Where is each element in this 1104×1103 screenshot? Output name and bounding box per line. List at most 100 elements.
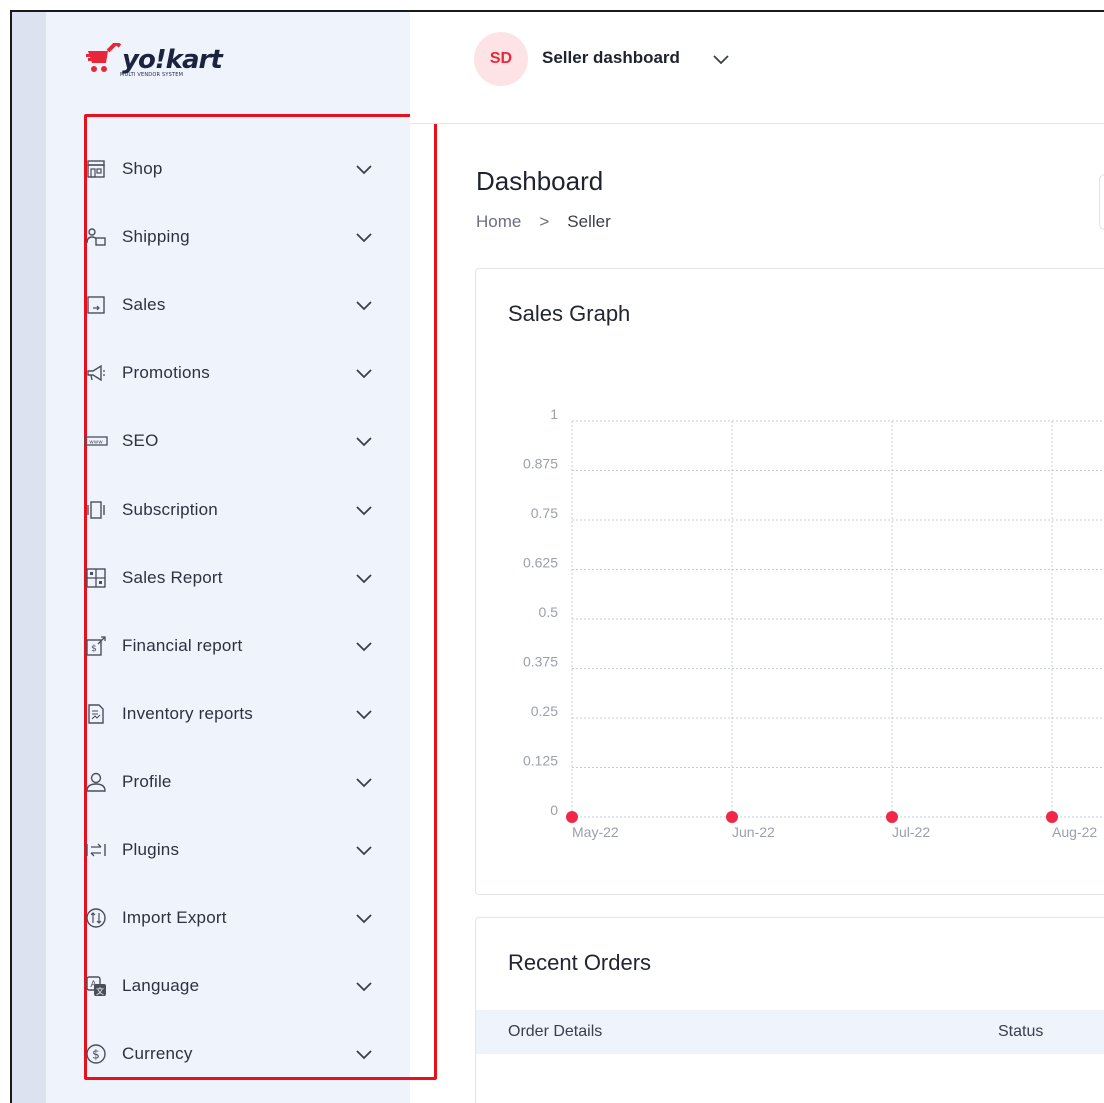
sidebar-item-financial-report[interactable]: $ Financial report (84, 626, 374, 666)
chevron-down-icon[interactable] (354, 568, 374, 588)
chevron-down-icon[interactable] (354, 159, 374, 179)
chevron-down-icon[interactable] (354, 227, 374, 247)
top-bar: SD Seller dashboard (410, 12, 1104, 124)
language-icon: A文 (84, 974, 108, 998)
svg-text:$: $ (91, 644, 97, 654)
left-edge-strip (12, 12, 46, 1103)
x-tick-label: May-22 (572, 824, 619, 840)
breadcrumb-separator: > (539, 212, 550, 231)
sidebar-item-subscription[interactable]: Subscription (84, 490, 374, 530)
chevron-down-icon[interactable] (354, 500, 374, 520)
y-tick-label: 0.5 (539, 604, 559, 620)
sidebar-item-inventory-reports[interactable]: Inventory reports (84, 694, 374, 734)
svg-text:$: $ (92, 1048, 100, 1062)
megaphone-icon (84, 361, 108, 385)
user-icon (84, 770, 108, 794)
sidebar-item-shipping[interactable]: Shipping (84, 217, 374, 257)
shipping-icon (84, 225, 108, 249)
brand-name: yo!kart (122, 45, 223, 75)
sidebar-item-seo[interactable]: www SEO (84, 421, 374, 461)
chevron-down-icon[interactable] (354, 636, 374, 656)
sidebar-item-label: Subscription (122, 499, 218, 519)
recent-orders-card: Recent Orders Order Details Status (475, 917, 1104, 1103)
sidebar-item-label: Inventory reports (122, 703, 253, 723)
sidebar-item-label: Profile (122, 771, 172, 791)
import-export-icon (84, 906, 108, 930)
data-point[interactable] (726, 811, 738, 823)
sidebar-item-label: Language (122, 976, 200, 996)
sidebar-item-language[interactable]: A 文 Language (84, 966, 374, 1006)
data-point[interactable] (566, 811, 578, 823)
dashboard-selector[interactable]: Seller dashboard (542, 48, 680, 68)
cart-logo-icon (86, 43, 122, 72)
chevron-down-icon[interactable] (354, 363, 374, 383)
chevron-down-icon[interactable] (710, 50, 732, 70)
data-point[interactable] (1046, 811, 1058, 823)
sidebar-item-shop[interactable]: Shop (84, 149, 374, 189)
breadcrumb-current: Seller (567, 212, 611, 231)
sidebar-item-sales-report[interactable]: Sales Report (84, 558, 374, 598)
sidebar-item-label: Promotions (122, 363, 210, 383)
x-tick-label: Jul-22 (892, 824, 930, 840)
financial-report-icon: $ (84, 634, 108, 658)
y-tick-label: 0.625 (523, 555, 558, 571)
avatar[interactable]: SD (474, 32, 528, 86)
sidebar-item-profile[interactable]: Profile (84, 762, 374, 802)
sidebar-item-plugins[interactable]: Plugins (84, 830, 374, 870)
chevron-down-icon[interactable] (354, 704, 374, 724)
breadcrumb: Home > Seller (476, 212, 611, 232)
data-point[interactable] (886, 811, 898, 823)
column-header-order-details[interactable]: Order Details (508, 1023, 602, 1041)
chevron-down-icon[interactable] (354, 976, 374, 996)
y-tick-label: 0.75 (531, 505, 558, 521)
app-window: yo!kart MULTI VENDOR SYSTEM Shop Shipping… (10, 10, 1104, 1103)
y-tick-label: 0 (550, 802, 558, 818)
sales-icon (84, 293, 108, 317)
y-tick-label: 0.125 (523, 753, 558, 769)
page-title: Dashboard (476, 166, 604, 196)
sidebar-item-label: SEO (122, 431, 159, 451)
svg-text:www: www (89, 440, 103, 446)
sales-chart: 1 0.875 0.75 0.625 0.5 0.375 0.25 0.125 0 May-22 J… (523, 406, 1104, 840)
sidebar-item-label: Sales Report (122, 567, 223, 587)
sidebar-item-label: Sales (122, 295, 166, 315)
column-header-status[interactable]: Status (998, 1023, 1043, 1041)
y-tick-label: 0.375 (523, 654, 558, 670)
sidebar-item-import-export[interactable]: Import Export (84, 898, 374, 938)
x-tick-label: Jun-22 (732, 824, 775, 840)
svg-text:文: 文 (96, 986, 104, 996)
sidebar-item-label: Shop (122, 159, 163, 178)
chevron-down-icon[interactable] (354, 772, 374, 792)
y-tick-label: 1 (550, 406, 558, 422)
sidebar-item-label: Plugins (122, 840, 180, 859)
recent-orders-title: Recent Orders (508, 950, 652, 975)
sidebar-item-currency[interactable]: $ Currency (84, 1034, 374, 1074)
inventory-report-icon (84, 702, 108, 726)
chevron-down-icon[interactable] (354, 431, 374, 451)
y-tick-label: 0.25 (531, 703, 558, 719)
www-icon: www (84, 429, 108, 453)
sidebar-item-promotions[interactable]: Promotions (84, 353, 374, 393)
brand-tagline: MULTI VENDOR SYSTEM (120, 72, 184, 78)
sidebar-item-label: Shipping (122, 227, 190, 247)
chevron-down-icon[interactable] (354, 295, 374, 315)
header-action-card[interactable] (1099, 174, 1104, 230)
chevron-down-icon[interactable] (354, 840, 374, 860)
subscription-icon (84, 498, 108, 522)
brand-logo[interactable]: yo!kart MULTI VENDOR SYSTEM (86, 40, 223, 80)
sales-graph-card: Sales Graph 1 0.875 0.75 0.625 0.5 0.375 0.25 0… (475, 268, 1104, 895)
store-icon (84, 157, 108, 181)
sidebar-item-sales[interactable]: Sales (84, 285, 374, 325)
breadcrumb-home[interactable]: Home (476, 212, 521, 232)
y-tick-label: 0.875 (523, 456, 558, 472)
sidebar-item-label: Financial report (122, 635, 243, 655)
orders-table-header: Order Details Status (476, 1010, 1104, 1054)
sidebar-item-label: Currency (122, 1044, 193, 1064)
chevron-down-icon[interactable] (354, 1044, 374, 1064)
report-grid-icon (84, 566, 108, 590)
x-tick-label: Aug-22 (1052, 824, 1097, 840)
currency-icon: $ (84, 1042, 108, 1066)
chevron-down-icon[interactable] (354, 908, 374, 928)
chart-grid (571, 420, 1104, 818)
sidebar-item-label: Import Export (122, 908, 227, 928)
